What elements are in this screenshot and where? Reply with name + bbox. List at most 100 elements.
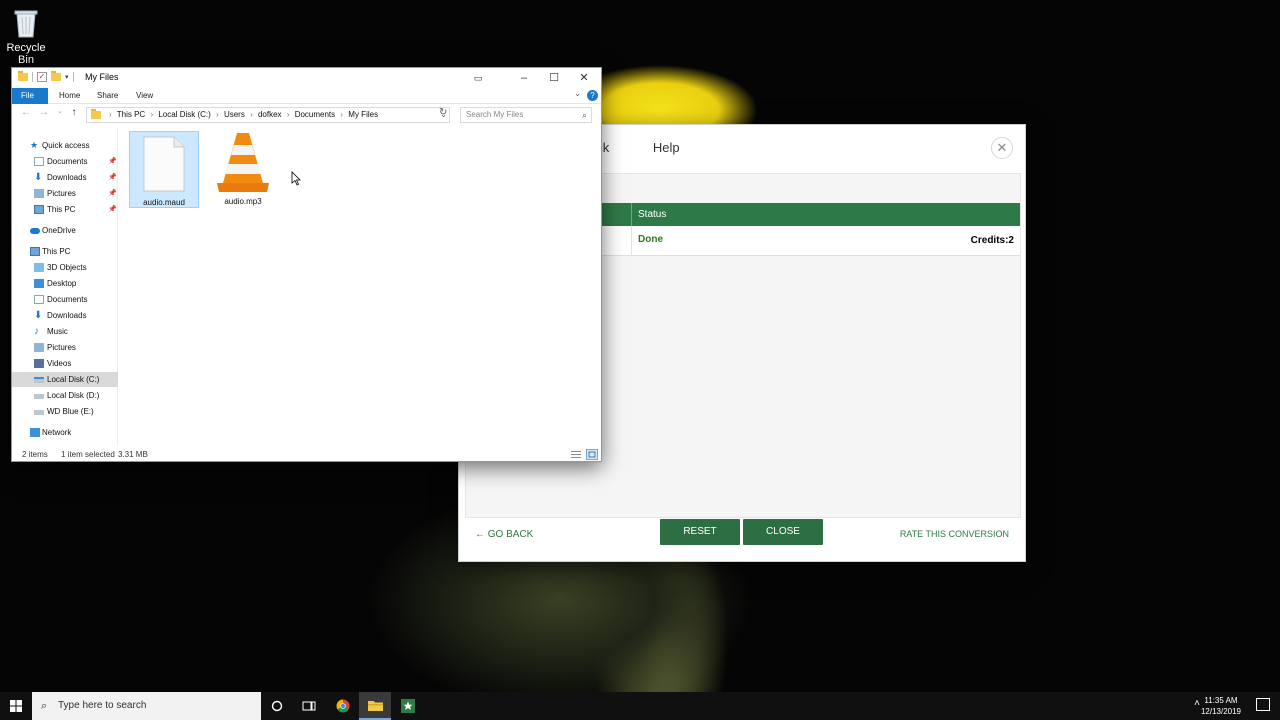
sidebar-item-desktop[interactable]: Desktop bbox=[12, 276, 118, 291]
tab-file[interactable]: File bbox=[12, 88, 48, 104]
download-icon: ⬇ bbox=[34, 310, 43, 321]
sidebar-item-3d-objects[interactable]: 3D Objects bbox=[12, 260, 118, 275]
maximize-button[interactable]: ☐ bbox=[539, 68, 569, 88]
address-bar[interactable]: › This PC › Local Disk (C:) › Users › do… bbox=[86, 107, 450, 123]
sidebar-item-local-disk-d[interactable]: Local Disk (D:) bbox=[12, 388, 118, 403]
file-name: audio.maud bbox=[143, 198, 185, 207]
file-item-audio-maud[interactable]: audio.maud bbox=[129, 131, 199, 208]
taskbar-search-input[interactable]: ⌕ Type here to search bbox=[32, 692, 261, 720]
sidebar-item-onedrive[interactable]: OneDrive bbox=[12, 223, 118, 238]
selection-size: 3.31 MB bbox=[118, 450, 148, 459]
sidebar-item-documents[interactable]: Documents bbox=[12, 292, 118, 307]
pictures-icon bbox=[34, 189, 44, 198]
search-icon: ⌕ bbox=[581, 110, 587, 120]
pin-icon[interactable]: 📌 bbox=[108, 170, 117, 185]
pin-icon[interactable]: 📌 bbox=[108, 186, 117, 201]
sidebar-item-downloads[interactable]: ⬇ Downloads bbox=[12, 308, 118, 323]
drive-icon bbox=[34, 377, 44, 383]
close-button[interactable]: CLOSE bbox=[743, 519, 823, 545]
status-bar: 2 items 1 item selected 3.31 MB bbox=[12, 448, 601, 462]
recent-locations-icon[interactable]: ⌄ bbox=[54, 107, 66, 115]
breadcrumb-documents[interactable]: Documents bbox=[295, 110, 335, 119]
sidebar-item-music[interactable]: ♪ Music bbox=[12, 324, 118, 339]
blank-file-icon bbox=[143, 136, 185, 192]
sidebar-item-downloads-pinned[interactable]: ⬇ Downloads 📌 bbox=[12, 170, 118, 185]
cortana-circle-icon bbox=[271, 700, 283, 712]
cortana-button[interactable] bbox=[261, 692, 293, 720]
converter-footer: ← GO BACK RESET CLOSE RATE THIS CONVERSI… bbox=[459, 517, 1025, 561]
sidebar-item-wd-blue-e[interactable]: WD Blue (E:) bbox=[12, 404, 118, 419]
details-view-icon[interactable] bbox=[570, 449, 582, 460]
window-title: My Files bbox=[85, 72, 119, 82]
new-folder-icon[interactable] bbox=[51, 71, 61, 81]
pin-icon[interactable]: 📌 bbox=[108, 154, 117, 169]
forward-arrow-icon[interactable]: → bbox=[38, 107, 50, 118]
taskbar-clock[interactable]: 11:35 AM 12/13/2019 bbox=[1196, 695, 1246, 717]
sidebar-item-quick-access[interactable]: ★ Quick access bbox=[12, 138, 118, 153]
task-view-icon bbox=[302, 701, 316, 711]
breadcrumb-this-pc[interactable]: This PC bbox=[117, 110, 145, 119]
refresh-icon[interactable]: ↻ bbox=[439, 107, 447, 118]
reset-button[interactable]: RESET bbox=[660, 519, 740, 545]
rate-conversion-link[interactable]: RATE THIS CONVERSION bbox=[900, 529, 1009, 539]
sidebar-item-local-disk-c[interactable]: Local Disk (C:) bbox=[12, 372, 118, 387]
breadcrumb-user[interactable]: dofkex bbox=[258, 110, 282, 119]
windows-logo-icon bbox=[10, 700, 22, 712]
selection-count: 1 item selected bbox=[61, 450, 115, 459]
back-arrow-icon[interactable]: ← bbox=[20, 107, 32, 118]
up-arrow-icon[interactable]: ↑ bbox=[68, 107, 80, 118]
converter-taskbar-button[interactable] bbox=[392, 692, 424, 720]
customize-toolbar-icon[interactable]: ▾ bbox=[65, 73, 69, 81]
documents-icon bbox=[34, 295, 44, 304]
file-explorer-window: ✓ ▾ My Files ▭ – ☐ ✕ File Home Share Vie… bbox=[11, 67, 602, 462]
computer-icon bbox=[34, 205, 44, 214]
breadcrumb-local-disk[interactable]: Local Disk (C:) bbox=[158, 110, 210, 119]
breadcrumb-users[interactable]: Users bbox=[224, 110, 245, 119]
breadcrumb-my-files[interactable]: My Files bbox=[348, 110, 378, 119]
task-view-button[interactable] bbox=[293, 692, 325, 720]
arrow-left-icon: ← bbox=[475, 529, 485, 540]
pin-icon[interactable]: 📌 bbox=[108, 202, 117, 217]
sidebar-item-videos[interactable]: Videos bbox=[12, 356, 118, 371]
documents-icon bbox=[34, 157, 44, 166]
help-icon[interactable]: ? bbox=[587, 90, 598, 101]
tab-home[interactable]: Home bbox=[50, 88, 89, 104]
recycle-bin-shortcut[interactable]: Recycle Bin bbox=[4, 4, 48, 66]
notification-center-icon[interactable] bbox=[1256, 698, 1270, 711]
close-window-button[interactable]: ✕ bbox=[569, 68, 599, 88]
file-item-audio-mp3[interactable]: audio.mp3 bbox=[208, 131, 278, 208]
network-icon bbox=[30, 428, 40, 437]
toolbar-divider bbox=[72, 72, 74, 82]
search-placeholder: Search My Files bbox=[466, 110, 524, 119]
expand-ribbon-icon[interactable]: ⌄ bbox=[574, 89, 581, 98]
clock-time: 11:35 AM bbox=[1204, 696, 1238, 705]
sidebar-item-pictures-pinned[interactable]: Pictures 📌 bbox=[12, 186, 118, 201]
minimize-button[interactable]: – bbox=[509, 68, 539, 88]
sidebar-item-documents-pinned[interactable]: Documents 📌 bbox=[12, 154, 118, 169]
taskbar-search-placeholder: Type here to search bbox=[58, 700, 147, 711]
chrome-taskbar-button[interactable] bbox=[327, 692, 359, 720]
cloud-icon bbox=[30, 228, 40, 234]
sidebar-item-this-pc-pinned[interactable]: This PC 📌 bbox=[12, 202, 118, 217]
sidebar-item-this-pc[interactable]: This PC bbox=[12, 244, 118, 259]
converter-close-icon[interactable]: ✕ bbox=[991, 137, 1013, 159]
tab-help[interactable]: Help bbox=[653, 140, 680, 155]
file-list[interactable]: audio.maud audio.mp3 bbox=[120, 128, 600, 446]
snap-icon[interactable]: ▭ bbox=[463, 68, 493, 88]
tab-view[interactable]: View bbox=[127, 88, 162, 104]
clock-date: 12/13/2019 bbox=[1200, 707, 1242, 716]
start-button[interactable] bbox=[0, 692, 32, 720]
taskbar: ⌕ Type here to search ˄ 11:35 AM 12/13/2… bbox=[0, 692, 1280, 720]
header-status: Status bbox=[638, 209, 667, 220]
search-input[interactable]: Search My Files ⌕ bbox=[460, 107, 592, 123]
tab-share[interactable]: Share bbox=[88, 88, 127, 104]
converter-tabs: ack Help bbox=[589, 140, 720, 155]
large-icons-view-icon[interactable] bbox=[586, 449, 598, 460]
explorer-titlebar[interactable]: ✓ ▾ My Files ▭ – ☐ ✕ bbox=[12, 68, 601, 88]
sidebar-item-network[interactable]: Network bbox=[12, 425, 118, 440]
sidebar-item-pictures[interactable]: Pictures bbox=[12, 340, 118, 355]
file-explorer-taskbar-button[interactable] bbox=[359, 692, 391, 720]
properties-icon[interactable]: ✓ bbox=[37, 72, 47, 82]
go-back-link[interactable]: ← GO BACK bbox=[475, 529, 533, 540]
folder-icon bbox=[367, 701, 383, 711]
